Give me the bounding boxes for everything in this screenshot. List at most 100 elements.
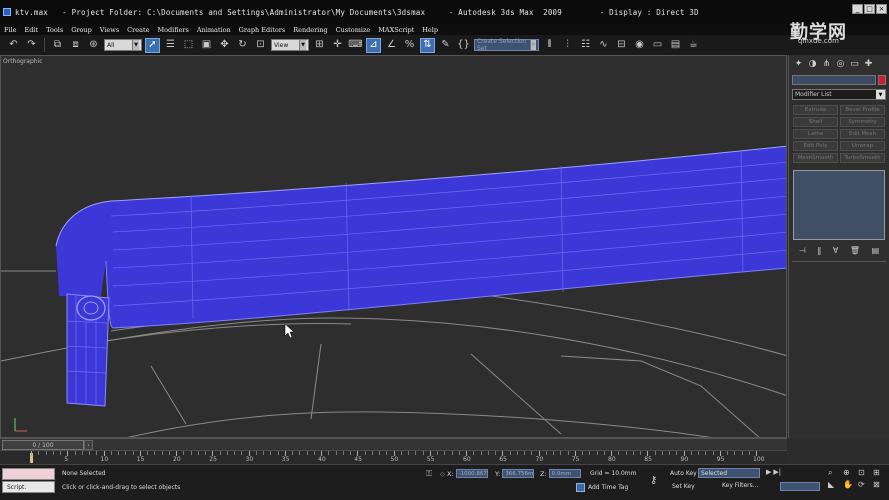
set-keys-icon[interactable]: ⚷ — [650, 475, 657, 486]
move-icon[interactable]: ✥ — [217, 38, 232, 53]
maxscript-listener-mini[interactable] — [2, 468, 55, 480]
pin-stack-icon[interactable]: ⊣ — [799, 246, 806, 255]
percent-snap-icon[interactable]: % — [402, 38, 417, 53]
modifier-list-dropdown[interactable]: Modifier List ▼ — [792, 89, 886, 100]
undo-icon[interactable]: ↶ — [6, 38, 21, 53]
rect-selection-icon[interactable]: ⬚ — [181, 38, 196, 53]
utilities-tab-icon[interactable]: ✚ — [862, 58, 875, 70]
menu-customize[interactable]: Customize — [336, 26, 371, 34]
menu-modifiers[interactable]: Modifiers — [157, 26, 188, 34]
modifier-button[interactable]: MeshSmooth — [793, 153, 838, 163]
select-link-icon[interactable]: ⧉ — [50, 38, 65, 53]
modifier-button[interactable]: Unwrap — [840, 141, 885, 151]
redo-icon[interactable]: ↷ — [24, 38, 39, 53]
pivot-center-icon[interactable]: ⊞ — [312, 38, 327, 53]
key-filters-button[interactable]: Key Filters... — [722, 482, 759, 489]
menu-rendering[interactable]: Rendering — [293, 26, 327, 34]
menu-tools[interactable]: Tools — [46, 26, 63, 34]
field-of-view-icon[interactable]: ◣ — [828, 480, 841, 489]
window-crossing-icon[interactable]: ▣ — [199, 38, 214, 53]
snaps-toggle-icon[interactable]: ⊿ — [366, 37, 381, 53]
menu-group[interactable]: Group — [71, 26, 92, 34]
material-editor-icon[interactable]: ◉ — [632, 38, 647, 53]
pan-icon[interactable]: ✋ — [843, 480, 856, 489]
object-color-swatch[interactable] — [878, 75, 886, 85]
render-setup-icon[interactable]: ▭ — [650, 38, 665, 53]
y-coordinate-field[interactable]: 366.756mm — [502, 469, 535, 478]
hierarchy-tab-icon[interactable]: ⋔ — [820, 58, 833, 70]
modify-tab-icon[interactable]: ◑ — [806, 58, 819, 70]
select-object-icon[interactable]: ➚ — [145, 37, 160, 53]
show-end-result-icon[interactable]: ‖ — [817, 246, 821, 255]
time-slider[interactable]: 0 / 100 › — [0, 438, 787, 450]
rotate-icon[interactable]: ↻ — [235, 38, 250, 53]
bind-space-warp-icon[interactable]: ⊛ — [86, 38, 101, 53]
selection-filter-select[interactable]: All ▼ — [104, 39, 142, 51]
curve-editor-icon[interactable]: ∿ — [596, 38, 611, 53]
modifier-button[interactable]: Lathe — [793, 129, 838, 139]
menu-edit[interactable]: Edit — [25, 26, 39, 34]
lock-selection-icon[interactable]: ⚿ — [426, 469, 432, 479]
key-mode-select[interactable]: Selected — [698, 468, 760, 478]
modifier-button[interactable]: TurboSmooth — [840, 153, 885, 163]
rendered-frame-icon[interactable]: ▤ — [668, 38, 683, 53]
zoom-all-icon[interactable]: ⊕ — [843, 468, 856, 478]
set-key-button[interactable]: Set Key — [672, 483, 695, 490]
reference-coordinate-select[interactable]: View ▼ — [271, 39, 309, 51]
modifier-button[interactable]: Symmetry — [840, 117, 885, 127]
render-production-icon[interactable]: ☕ — [686, 38, 701, 53]
create-tab-icon[interactable]: ✦ — [792, 58, 805, 70]
modifier-stack[interactable] — [793, 170, 885, 240]
add-time-tag[interactable]: Add Time Tag — [576, 483, 628, 492]
modifier-button[interactable]: Bevel Profile — [840, 105, 885, 115]
edit-named-sets-icon[interactable]: ✎ — [438, 38, 453, 53]
z-coordinate-field[interactable]: 0.0mm — [548, 469, 581, 478]
orbit-icon[interactable]: ⟳ — [858, 480, 871, 489]
unlink-icon[interactable]: ⧈ — [68, 38, 83, 53]
menu-maxscript[interactable]: MAXScript — [378, 26, 414, 34]
maximize-viewport-icon[interactable]: ⊠ — [873, 480, 886, 489]
menu-views[interactable]: Views — [100, 26, 119, 34]
keyboard-shortcut-icon[interactable]: ⌨ — [348, 38, 363, 53]
make-unique-icon[interactable]: ∀ — [833, 246, 838, 255]
align-icon[interactable]: ⫶ — [560, 38, 575, 53]
zoom-icon[interactable]: ⌕ — [828, 468, 841, 478]
script-label[interactable]: Script. — [2, 481, 55, 493]
auto-key-button[interactable]: Auto Key — [670, 470, 697, 477]
angle-snap-icon[interactable]: ∠ — [384, 38, 399, 53]
manipulate-icon[interactable]: ✛ — [330, 38, 345, 53]
select-by-name-icon[interactable]: ☰ — [163, 38, 178, 53]
modifier-button[interactable]: Edit Poly — [793, 141, 838, 151]
schematic-view-icon[interactable]: ⊟ — [614, 38, 629, 53]
modifier-button[interactable]: Edit Mesh — [840, 129, 885, 139]
viewport-orthographic[interactable]: Orthographic — [0, 55, 787, 438]
modifier-button[interactable]: Shell — [793, 117, 838, 127]
menu-animation[interactable]: Animation — [197, 26, 231, 34]
spinner-snap-icon[interactable]: ⇅ — [420, 37, 435, 53]
remove-modifier-icon[interactable]: 🗑 — [850, 246, 860, 255]
object-name-field[interactable] — [792, 75, 876, 85]
mirror-icon[interactable]: ⫴ — [542, 38, 557, 53]
layer-manager-icon[interactable]: ☷ — [578, 38, 593, 53]
zoom-extents-icon[interactable]: ⊡ — [858, 468, 871, 478]
motion-tab-icon[interactable]: ◎ — [834, 58, 847, 70]
maximize-button[interactable]: □ — [864, 4, 875, 14]
time-slider-thumb[interactable]: 0 / 100 — [2, 440, 84, 450]
close-button[interactable]: × — [876, 4, 887, 14]
play-icon[interactable]: ▶ — [766, 468, 771, 476]
named-selection-icon[interactable]: {} — [456, 38, 471, 53]
minimize-button[interactable]: _ — [852, 4, 863, 14]
menu-file[interactable]: File — [4, 26, 17, 34]
next-frame-icon[interactable]: › — [84, 440, 93, 450]
next-key-icon[interactable]: ▶| — [773, 468, 781, 476]
app-icon[interactable] — [3, 8, 11, 16]
modifier-button[interactable]: Extrude — [793, 105, 838, 115]
abs-mode-icon[interactable]: ◇ — [440, 470, 445, 478]
menu-graph-editors[interactable]: Graph Editors — [239, 26, 286, 34]
named-selection-select[interactable]: Create Selection Set ▼ — [474, 38, 539, 52]
x-coordinate-field[interactable]: -1000.867m — [455, 469, 488, 478]
menu-create[interactable]: Create — [127, 26, 149, 34]
track-bar[interactable]: 5 10 15 20 25 30 35 40 45 50 55 60 65 70 75 80 85 90 95 100 — [0, 450, 787, 464]
display-tab-icon[interactable]: ▭ — [848, 58, 861, 70]
scale-icon[interactable]: ⊡ — [253, 38, 268, 53]
